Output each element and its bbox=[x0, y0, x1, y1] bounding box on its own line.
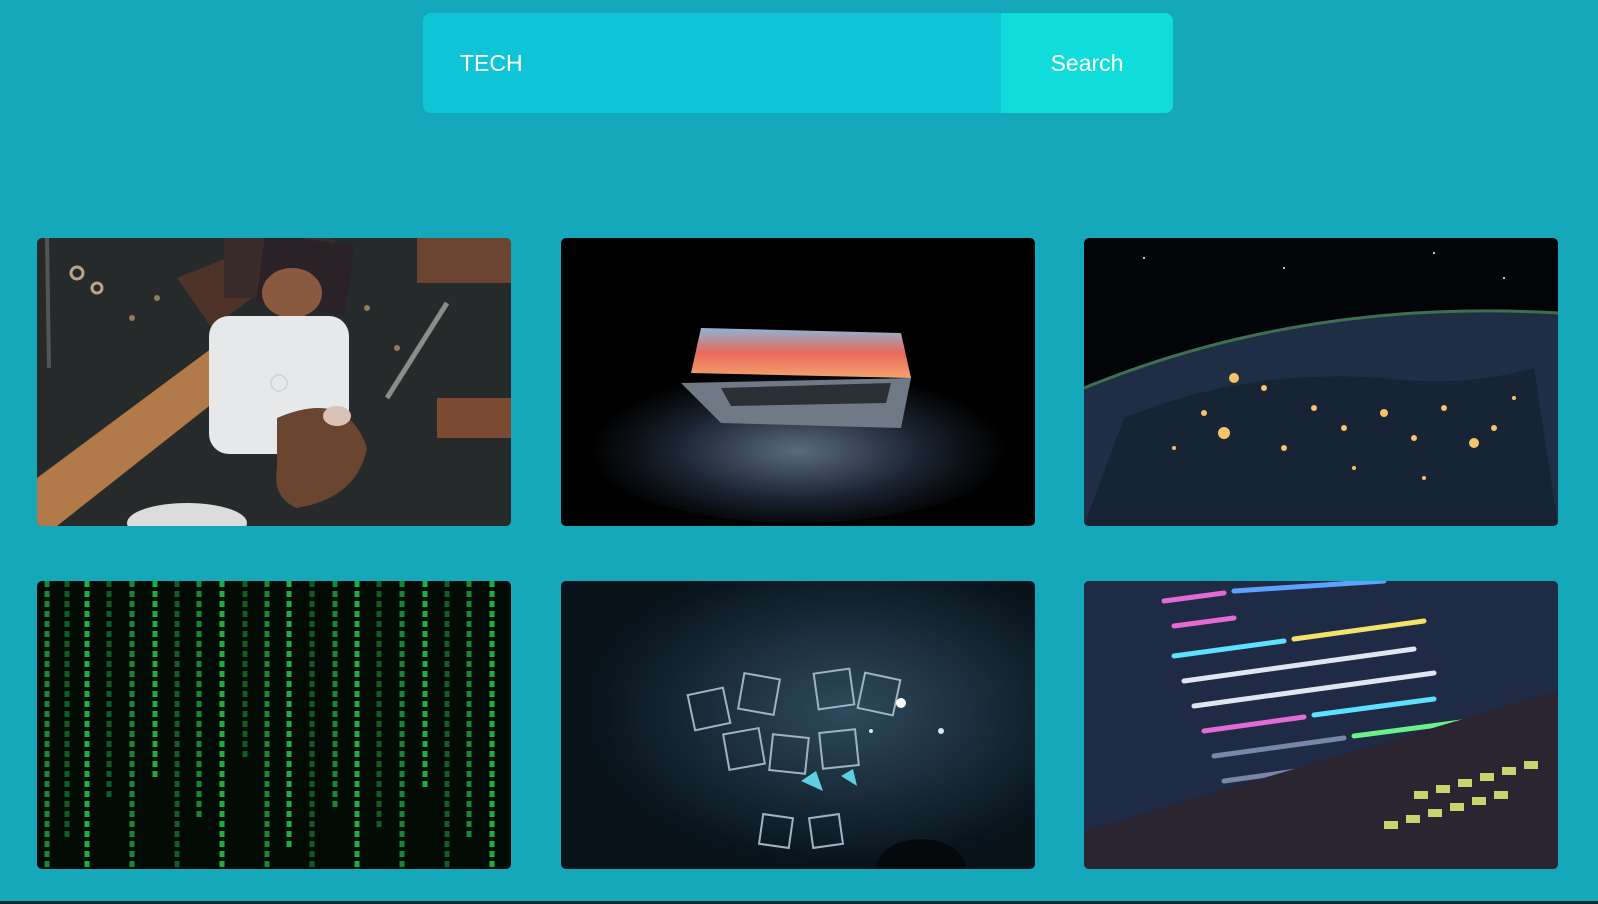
gallery-image-laptop-dark[interactable] bbox=[561, 238, 1035, 526]
gallery-image-matrix-code[interactable] bbox=[37, 581, 511, 869]
gallery-image-glowing-cubes[interactable] bbox=[561, 581, 1035, 869]
gallery-image-code-editor[interactable] bbox=[1084, 581, 1558, 869]
gallery-image-earth-night[interactable] bbox=[1084, 238, 1558, 526]
gallery-image-card-payment[interactable] bbox=[37, 238, 511, 526]
image-gallery bbox=[0, 0, 1598, 904]
